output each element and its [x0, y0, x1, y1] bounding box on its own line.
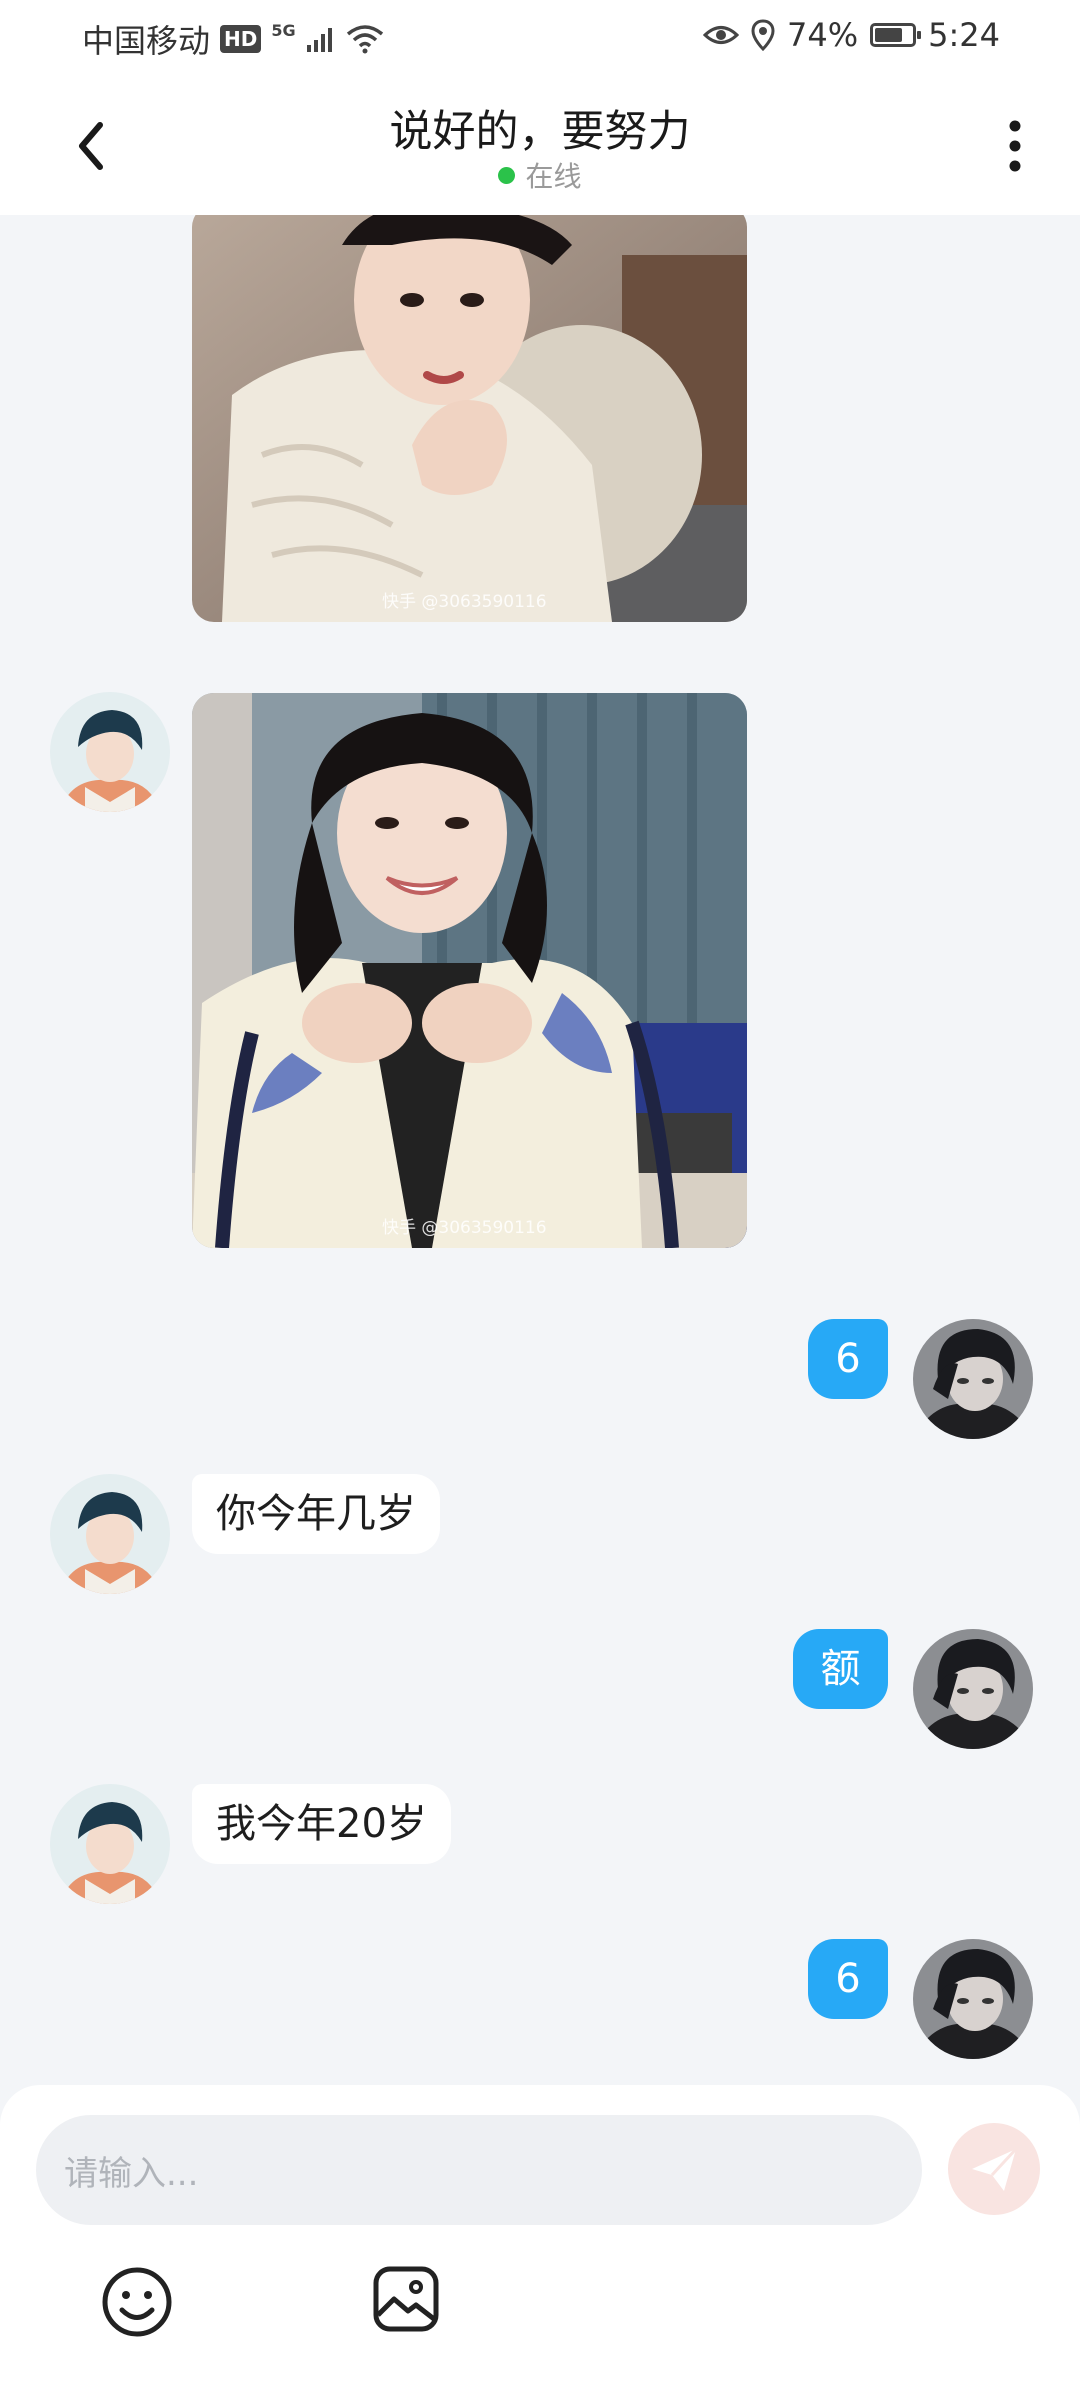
chat-header: 说好的，要努力 在线 [0, 75, 1080, 215]
photo-girl-sitting [192, 215, 747, 622]
message-input[interactable]: 请输入... [36, 2115, 922, 2225]
chat-title: 说好的，要努力 [389, 107, 691, 157]
more-vertical-icon[interactable] [995, 113, 1035, 179]
eye-icon [703, 26, 740, 44]
online-dot [498, 166, 516, 184]
clock: 5:24 [928, 16, 1000, 54]
message-list[interactable]: 快手 @3063590116 快手 @3063590116 6 你今年几岁 额 … [0, 215, 1080, 2085]
signal-icon [306, 28, 332, 52]
sent-message[interactable]: 6 [808, 1939, 888, 2019]
status-right: 74% 5:24 [703, 16, 1000, 54]
network-label: 5G [271, 20, 296, 40]
battery-icon [870, 23, 922, 47]
status-left: 中国移动 HD 5G [82, 16, 384, 62]
photo-girl-smiling [192, 693, 747, 1248]
carrier-label: 中国移动 [82, 22, 211, 60]
battery-percent: 74% [787, 16, 859, 54]
image-message[interactable]: 快手 @3063590116 [192, 215, 747, 622]
hd-badge: HD [220, 25, 262, 53]
image-icon[interactable] [372, 2265, 440, 2333]
contact-avatar[interactable] [50, 1474, 170, 1594]
wifi-icon [346, 25, 383, 54]
received-message[interactable]: 我今年20岁 [192, 1784, 451, 1864]
contact-avatar[interactable] [50, 1784, 170, 1904]
my-avatar[interactable] [913, 1629, 1033, 1749]
sent-message[interactable]: 额 [793, 1629, 888, 1709]
input-bar: 请输入... [0, 2085, 1080, 2400]
image-message[interactable]: 快手 @3063590116 [192, 693, 747, 1248]
contact-avatar[interactable] [50, 692, 170, 812]
my-avatar[interactable] [913, 1939, 1033, 2059]
sent-message[interactable]: 6 [808, 1319, 888, 1399]
image-watermark: 快手 @3063590116 [382, 592, 547, 612]
send-icon [972, 2147, 1018, 2191]
online-label: 在线 [525, 160, 582, 193]
image-watermark: 快手 @3063590116 [382, 1218, 547, 1238]
emoji-icon[interactable] [100, 2265, 174, 2339]
battery-fill [875, 28, 902, 42]
my-avatar[interactable] [913, 1319, 1033, 1439]
online-status: 在线 [0, 155, 1080, 195]
send-button[interactable] [948, 2123, 1040, 2215]
received-message[interactable]: 你今年几岁 [192, 1474, 440, 1554]
location-icon [751, 19, 775, 51]
status-bar: 中国移动 HD 5G 74% 5:24 [0, 0, 1080, 75]
